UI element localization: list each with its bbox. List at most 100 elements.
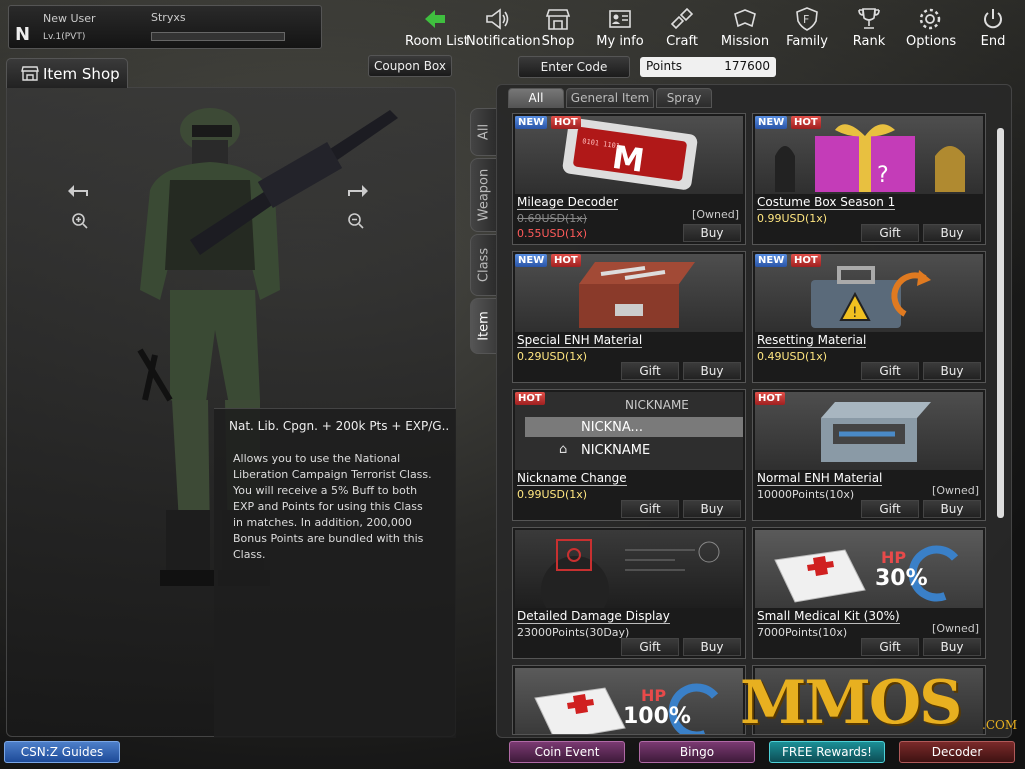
coin-event-button[interactable]: Coin Event (509, 741, 625, 763)
nav-mission[interactable]: Mission (720, 6, 770, 50)
coupon-box-button[interactable]: Coupon Box (368, 55, 452, 77)
buy-button[interactable]: Buy (923, 638, 981, 656)
owned-label: [Owned] (932, 484, 979, 497)
item-price: 0.99USD(1x) (757, 212, 828, 225)
power-icon (972, 6, 1014, 32)
rank-icon: N (15, 24, 31, 45)
nav-rank[interactable]: Rank (848, 6, 890, 50)
hp-label: HP (641, 686, 667, 705)
bingo-button[interactable]: Bingo (639, 741, 755, 763)
shop-card-detailed-damage-display[interactable]: Detailed Damage Display 23000Points(30Da… (512, 527, 746, 659)
item-price: 0.29USD(1x) (517, 350, 588, 363)
gift-button[interactable]: Gift (621, 500, 679, 518)
shop-card-special-enh-material[interactable]: NEW HOT Special ENH Material 0.29USD(1x)… (512, 251, 746, 383)
nav-family[interactable]: F Family (784, 6, 830, 50)
owned-label: [Owned] (692, 208, 739, 221)
id-card-icon (595, 6, 645, 32)
gift-button[interactable]: Gift (621, 638, 679, 656)
shop-card-large-medical-kit[interactable]: HP 100% (512, 665, 746, 735)
shop-card-costume-box[interactable]: ? NEW HOT Costume Box Season 1 0.99USD(1… (752, 113, 986, 245)
nav-my-info[interactable]: My info (595, 6, 645, 50)
rotate-left-icon[interactable] (66, 182, 92, 202)
gift-button[interactable]: Gift (621, 362, 679, 380)
steel-case-icon (821, 402, 931, 462)
vtab-class[interactable]: Class (470, 234, 498, 296)
item-image (755, 392, 983, 470)
shop-card-mileage-decoder[interactable]: M 0101 1101 NEW HOT Mileage Decoder 0.69… (512, 113, 746, 245)
new-badge: NEW (755, 254, 788, 267)
svg-text:?: ? (877, 163, 889, 188)
item-image: ! (755, 254, 983, 332)
new-badge: NEW (755, 116, 788, 129)
buy-button[interactable]: Buy (683, 224, 741, 242)
user-name: New User (43, 12, 96, 25)
hot-badge: HOT (791, 116, 821, 129)
tab-item-shop[interactable]: Item Shop (6, 58, 128, 88)
nav-options[interactable]: Options (906, 6, 956, 50)
buy-button[interactable]: Buy (923, 224, 981, 242)
item-description-title: Nat. Lib. Cpgn. + 200k Pts + EXP/G.. (229, 419, 450, 433)
mission-icon (720, 6, 770, 32)
back-arrow-icon (405, 6, 465, 32)
item-name: Special ENH Material (517, 333, 643, 348)
guides-button[interactable]: CSN:Z Guides (4, 741, 120, 763)
nickname-preview-row-1: NICKNA... (581, 420, 643, 435)
buy-button[interactable]: Buy (683, 638, 741, 656)
hp-value: 30% (875, 566, 928, 591)
item-image: HP 30% (755, 530, 983, 608)
tab-general-item[interactable]: General Item (566, 88, 654, 108)
item-price: 0.99USD(1x) (517, 488, 588, 501)
nickname-preview-header: NICKNAME (625, 398, 689, 412)
item-name: Small Medical Kit (30%) (757, 609, 900, 624)
nav-end[interactable]: End (972, 6, 1014, 50)
shop-card-nickname-change[interactable]: NICKNAME NICKNA... ⌂ NICKNAME HOT Nickna… (512, 389, 746, 521)
megaphone-icon (466, 6, 528, 32)
tab-all[interactable]: All (508, 88, 564, 108)
decoder-button[interactable]: Decoder (899, 741, 1015, 763)
item-original-price: 0.69USD(1x) (517, 212, 588, 225)
enter-code-button[interactable]: Enter Code (518, 56, 630, 78)
shop-card-small-medical-kit[interactable]: HP 30% Small Medical Kit (30%) 7000Point… (752, 527, 986, 659)
house-icon: ⌂ (559, 442, 568, 457)
item-image: HP 100% (515, 668, 743, 734)
item-price: 10000Points(10x) (757, 488, 855, 501)
shop-card-normal-enh-material[interactable]: HOT Normal ENH Material 10000Points(10x)… (752, 389, 986, 521)
scrollbar[interactable] (997, 128, 1004, 518)
vtab-all[interactable]: All (470, 108, 498, 156)
shop-card-resetting-material[interactable]: ! NEW HOT Resetting Material 0.49USD(1x)… (752, 251, 986, 383)
vtab-weapon[interactable]: Weapon (470, 158, 498, 232)
shop-card-partial[interactable] (752, 665, 986, 735)
svg-text:!: ! (852, 305, 858, 321)
free-rewards-button[interactable]: FREE Rewards! (769, 741, 885, 763)
buy-button[interactable]: Buy (683, 362, 741, 380)
buy-button[interactable]: Buy (923, 500, 981, 518)
zoom-in-icon[interactable] (71, 212, 89, 230)
nav-shop[interactable]: Shop (536, 6, 580, 50)
gift-button[interactable]: Gift (861, 224, 919, 242)
buy-button[interactable]: Buy (923, 362, 981, 380)
item-name: Nickname Change (517, 471, 627, 486)
nav-notification[interactable]: Notification (466, 6, 541, 50)
tab-item-shop-label: Item Shop (43, 65, 120, 83)
nav-room-list[interactable]: Room List (405, 6, 469, 50)
family-icon: F (784, 6, 830, 32)
gift-button[interactable]: Gift (861, 638, 919, 656)
nav-craft[interactable]: Craft (660, 6, 704, 50)
hp-value: 100% (623, 704, 691, 729)
gift-button[interactable]: Gift (861, 362, 919, 380)
buy-button[interactable]: Buy (683, 500, 741, 518)
tab-spray[interactable]: Spray (656, 88, 712, 108)
points-display: Points 177600 (640, 57, 776, 77)
item-name: Mileage Decoder (517, 195, 619, 210)
vtab-item[interactable]: Item (470, 298, 498, 354)
gift-button[interactable]: Gift (861, 500, 919, 518)
item-name: Detailed Damage Display (517, 609, 670, 624)
shop-icon (536, 6, 580, 32)
item-image (515, 530, 743, 608)
item-description-box: Nat. Lib. Cpgn. + 200k Pts + EXP/G.. All… (214, 408, 456, 738)
medkit-icon (774, 545, 959, 603)
owned-label: [Owned] (932, 622, 979, 635)
hot-badge: HOT (551, 116, 581, 129)
new-badge: NEW (515, 116, 548, 129)
user-clan: Stryxs (151, 11, 186, 24)
